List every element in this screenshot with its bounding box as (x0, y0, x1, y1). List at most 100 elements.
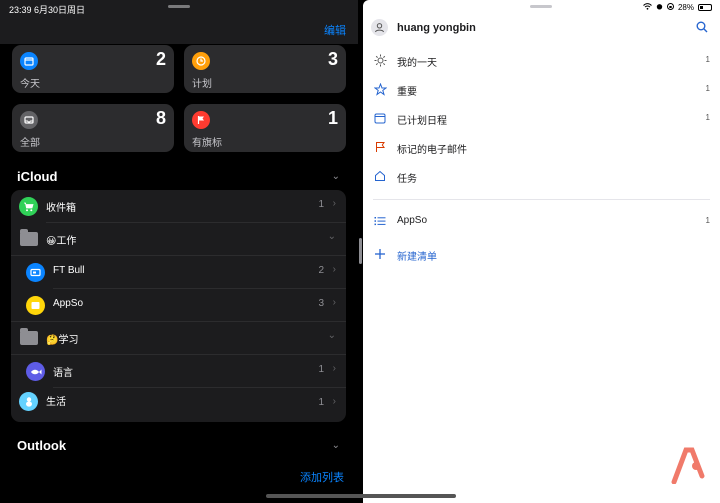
list-count: 1 (318, 364, 324, 375)
home-icon (373, 169, 387, 183)
reminders-pane: 23:39 6月30日周日 编辑 2 今天 3 计划 8 全部 1 有旗标 iC… (0, 0, 358, 503)
folder-icon (20, 229, 38, 246)
list-icon (26, 296, 45, 315)
list-label: AppSo (53, 298, 84, 309)
menu-flagged-email[interactable]: 标记的电子邮件 (363, 134, 720, 162)
card-all[interactable]: 8 全部 (12, 104, 174, 152)
alarm-icon (656, 3, 663, 12)
chevron-right-icon: › (332, 363, 336, 374)
teddy-icon (19, 392, 38, 411)
list-label: 收件箱 (46, 203, 76, 214)
list-count: 3 (318, 298, 324, 309)
chevron-right-icon: › (332, 198, 336, 209)
menu-label: 重要 (397, 87, 417, 98)
card-count: 3 (327, 49, 338, 69)
avatar[interactable] (371, 19, 388, 36)
menu-label: 我的一天 (397, 58, 437, 69)
tray-icon (20, 111, 38, 129)
list-item[interactable]: AppSo 3 › (11, 289, 346, 322)
card-count: 8 (155, 108, 166, 128)
icloud-list: 收件箱 1 › 😀工作 ⌄ FT Bull 2 › AppSo 3 › 🤔学习 … (11, 190, 346, 422)
list-count: 1 (318, 199, 324, 210)
list-count: 2 (318, 265, 324, 276)
menu-label: 已计划日程 (397, 116, 447, 127)
card-count: 2 (155, 49, 166, 69)
list-count: 1 (318, 397, 324, 408)
card-count: 1 (327, 108, 338, 128)
lock-rotation-icon (666, 3, 674, 12)
list-count: 1 (705, 216, 710, 225)
chevron-down-icon[interactable]: ⌄ (332, 171, 340, 182)
list-appso[interactable]: AppSo 1 (363, 208, 720, 236)
menu-label: 任务 (397, 174, 417, 185)
calendar-icon (373, 111, 387, 125)
new-list-button[interactable]: 新建清单 (363, 241, 720, 269)
chevron-right-icon: › (332, 264, 336, 275)
group-label: 🤔学习 (46, 335, 79, 346)
search-icon[interactable] (696, 20, 708, 38)
card-label: 计划 (192, 79, 212, 90)
group-label: 😀工作 (46, 236, 77, 247)
menu-my-day[interactable]: 我的一天 1 (363, 47, 720, 75)
fish-icon (26, 362, 45, 381)
group-row[interactable]: 🤔学习 ⌄ (11, 322, 346, 355)
list-icon (373, 214, 387, 228)
user-name[interactable]: huang yongbin (397, 22, 476, 34)
card-scheduled[interactable]: 3 计划 (184, 45, 346, 93)
card-label: 有旗标 (192, 138, 222, 149)
status-time: 23:39 6月30日周日 (9, 5, 86, 15)
pane-grabber[interactable] (168, 5, 190, 8)
status-bar: 28% (643, 3, 712, 12)
battery-percent: 28% (677, 3, 694, 12)
clock-icon (192, 52, 210, 70)
sun-icon (373, 53, 387, 67)
plus-icon (373, 247, 387, 261)
battery-icon (698, 4, 712, 11)
card-label: 今天 (20, 79, 40, 90)
pane-grabber[interactable] (530, 5, 552, 8)
chevron-right-icon: › (332, 297, 336, 308)
menu-important[interactable]: 重要 1 (363, 76, 720, 104)
list-label: FT Bull (53, 265, 85, 276)
wifi-icon (643, 3, 652, 12)
list-label: AppSo (397, 215, 428, 226)
flag-icon (373, 140, 387, 154)
section-icloud[interactable]: iCloud (17, 169, 57, 184)
todo-pane: 28% huang yongbin 我的一天 1 重要 1 已计划日程 1 标记… (363, 0, 720, 503)
menu-tasks[interactable]: 任务 (363, 163, 720, 191)
new-list-label: 新建清单 (397, 252, 437, 263)
chevron-right-icon: › (332, 396, 336, 407)
card-label: 全部 (20, 138, 40, 149)
list-item[interactable]: 收件箱 1 › (11, 190, 346, 223)
menu-count: 1 (705, 84, 710, 93)
add-list-button[interactable]: 添加列表 (300, 469, 344, 485)
star-icon (373, 82, 387, 96)
card-today[interactable]: 2 今天 (12, 45, 174, 93)
menu-count: 1 (705, 55, 710, 64)
split-handle[interactable] (359, 238, 362, 264)
chevron-down-icon[interactable]: ⌄ (328, 231, 336, 242)
list-label: 语言 (53, 368, 73, 379)
section-outlook[interactable]: Outlook (17, 438, 66, 453)
chevron-down-icon[interactable]: ⌄ (332, 440, 340, 451)
list-label: 生活 (46, 397, 66, 408)
group-row[interactable]: 😀工作 ⌄ (11, 223, 346, 256)
chevron-down-icon[interactable]: ⌄ (328, 330, 336, 341)
flag-icon (192, 111, 210, 129)
list-item[interactable]: 语言 1 › (11, 355, 346, 388)
edit-button[interactable]: 编辑 (324, 22, 346, 38)
folder-icon (20, 328, 38, 345)
list-item[interactable]: FT Bull 2 › (11, 256, 346, 289)
cart-icon (19, 197, 38, 216)
list-item[interactable]: 生活 1 › (11, 388, 346, 421)
menu-planned[interactable]: 已计划日程 1 (363, 105, 720, 133)
card-flagged[interactable]: 1 有旗标 (184, 104, 346, 152)
divider (373, 199, 710, 200)
calendar-icon (20, 52, 38, 70)
left-top-bar: 23:39 6月30日周日 编辑 (0, 0, 358, 44)
menu-label: 标记的电子邮件 (397, 145, 467, 156)
home-indicator[interactable] (266, 494, 456, 498)
menu-count: 1 (705, 113, 710, 122)
cards-icon (26, 263, 45, 282)
appso-logo-icon (668, 444, 708, 489)
